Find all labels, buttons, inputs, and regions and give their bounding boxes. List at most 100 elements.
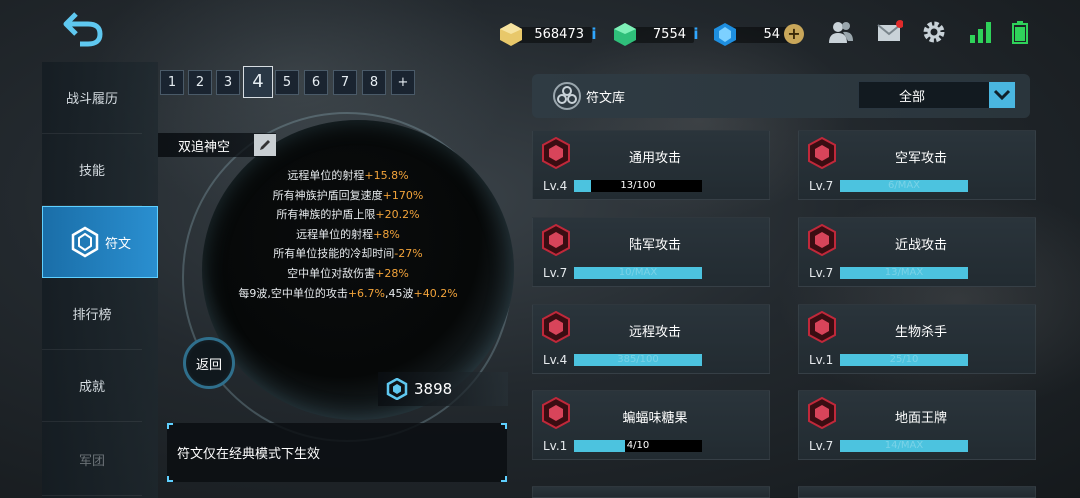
add-page-button[interactable]: +	[391, 70, 415, 95]
rune-name: 生物杀手	[894, 325, 947, 340]
gem-resource: 7554 i	[612, 18, 702, 50]
mail-icon[interactable]	[877, 20, 903, 44]
page-tab-7[interactable]: 7	[333, 70, 357, 95]
rune-name: 蝙蝠味糖果	[622, 411, 688, 426]
page-tab-8[interactable]: 8	[362, 70, 386, 95]
rune-progress-text: 13/MAX	[884, 267, 924, 278]
rune-level: Lv.7	[809, 266, 834, 280]
nav-runes[interactable]: 符文	[42, 206, 158, 278]
stat-line: 空中单位对敌伤害+28%	[287, 266, 409, 280]
rune-progress-text: 6/MAX	[887, 180, 921, 191]
rune-emblem-icon	[808, 224, 836, 256]
page-tab-4[interactable]: 4	[243, 66, 273, 98]
rune-card[interactable]: 地面王牌 Lv.7 14/MAX	[798, 390, 1036, 460]
rune-emblem-icon	[808, 397, 836, 429]
rename-button[interactable]	[254, 134, 276, 156]
gem-info-icon[interactable]: i	[690, 25, 702, 43]
gem-value: 7554	[652, 26, 686, 42]
rune-card[interactable]: 近战攻击 Lv.7 13/MAX	[798, 217, 1036, 287]
add-crystal-button[interactable]: +	[784, 24, 804, 44]
rune-card[interactable]: 通用攻击 Lv.4 13/100	[532, 130, 770, 200]
page-tab-5[interactable]: 5	[275, 70, 299, 95]
rune-card-partial[interactable]	[798, 486, 1036, 498]
nav-label: 战斗履历	[65, 92, 118, 107]
rune-library-header: 符文库 全部	[532, 74, 1030, 118]
rune-progress-bar: 25/10	[840, 354, 968, 366]
rune-library-icon	[553, 82, 581, 110]
rune-card[interactable]: 远程攻击 Lv.4 385/100	[532, 304, 770, 374]
rune-name: 通用攻击	[628, 151, 681, 166]
return-button[interactable]: 返回	[183, 337, 235, 389]
rune-points-icon	[386, 378, 408, 400]
notice-corner	[501, 423, 507, 429]
rune-progress-bar: 4/10	[574, 440, 702, 452]
rune-emblem-icon	[808, 311, 836, 343]
rune-card[interactable]: 蝙蝠味糖果 Lv.1 4/10	[532, 390, 770, 460]
blue-crystal-icon	[714, 23, 736, 46]
rune-card-partial[interactable]	[532, 486, 770, 498]
nav-label: 成就	[78, 380, 105, 395]
page-tab-3[interactable]: 3	[216, 70, 240, 95]
filter-value: 全部	[898, 89, 925, 105]
rune-level: Lv.1	[809, 353, 834, 367]
pencil-icon	[260, 140, 270, 150]
nav-label: 军团	[78, 454, 105, 469]
rune-progress-text: 385/100	[617, 354, 659, 365]
rune-name: 近战攻击	[894, 238, 947, 253]
green-gem-icon	[614, 23, 636, 46]
rune-library-title: 符文库	[586, 90, 626, 106]
rune-emblem-icon	[542, 137, 570, 169]
rune-progress-bar: 385/100	[574, 354, 702, 366]
page-tab-2[interactable]: 2	[188, 70, 212, 95]
rune-emblem-icon	[542, 397, 570, 429]
battery-icon	[1012, 21, 1028, 44]
rune-progress-bar: 13/100	[574, 180, 702, 192]
preset-name: 双追神空	[178, 139, 231, 155]
rune-progress-text: 4/10	[626, 440, 650, 451]
gear-icon[interactable]	[921, 20, 947, 44]
rune-name: 陆军攻击	[628, 238, 681, 253]
rune-card[interactable]: 空军攻击 Lv.7 6/MAX	[798, 130, 1036, 200]
rune-progress-text: 10/MAX	[618, 267, 658, 278]
nav-leaderboard[interactable]: 排行榜	[42, 278, 142, 350]
crystal-resource: 54 +	[712, 18, 804, 50]
nav-battle-history[interactable]: 战斗履历	[42, 62, 142, 134]
rune-level: Lv.7	[809, 439, 834, 453]
rune-card[interactable]: 生物杀手 Lv.1 25/10	[798, 304, 1036, 374]
rune-level: Lv.4	[543, 353, 568, 367]
rune-progress-text: 25/10	[889, 354, 919, 365]
nav-legion[interactable]: 军团	[42, 424, 142, 496]
rune-progress-bar: 13/MAX	[840, 267, 968, 279]
filter-dropdown[interactable]: 全部	[858, 81, 1016, 109]
rune-progress-bar: 10/MAX	[574, 267, 702, 279]
gold-info-icon[interactable]: i	[588, 25, 600, 43]
friends-icon[interactable]	[828, 20, 854, 44]
rune-points: 3898	[378, 372, 508, 406]
rune-level: Lv.7	[809, 179, 834, 193]
rune-name: 远程攻击	[628, 325, 681, 340]
rune-progress-bar: 14/MAX	[840, 440, 968, 452]
crystal-value: 54	[763, 26, 780, 42]
rune-progress-text: 13/100	[620, 180, 656, 191]
undo-arrow-icon	[63, 12, 103, 47]
page-tab-6[interactable]: 6	[304, 70, 328, 95]
rune-emblem-icon	[542, 311, 570, 343]
nav-label: 排行榜	[72, 308, 112, 323]
nav-label: 符文	[104, 236, 131, 252]
rune-level: Lv.1	[543, 439, 568, 453]
back-arrow-button[interactable]	[62, 10, 108, 48]
rune-points-value: 3898	[414, 380, 453, 398]
nav-label: 技能	[78, 164, 105, 179]
rune-card[interactable]: 陆军攻击 Lv.7 10/MAX	[532, 217, 770, 287]
gold-cube-icon	[500, 23, 522, 46]
notice-corner	[501, 476, 507, 482]
rune-name: 空军攻击	[894, 151, 947, 166]
stat-line: 远程单位的射程+15.8%	[287, 169, 409, 182]
page-tab-1[interactable]: 1	[160, 70, 184, 95]
stat-line: 所有单位技能的冷却时间-27%	[273, 247, 423, 261]
nav-achievements[interactable]: 成就	[42, 350, 142, 422]
signal-icon	[970, 22, 991, 43]
chevron-down-icon[interactable]	[989, 82, 1015, 108]
nav-skills[interactable]: 技能	[42, 134, 142, 206]
left-nav: 战斗履历 技能 符文 排行榜 成就 军团	[42, 62, 158, 498]
